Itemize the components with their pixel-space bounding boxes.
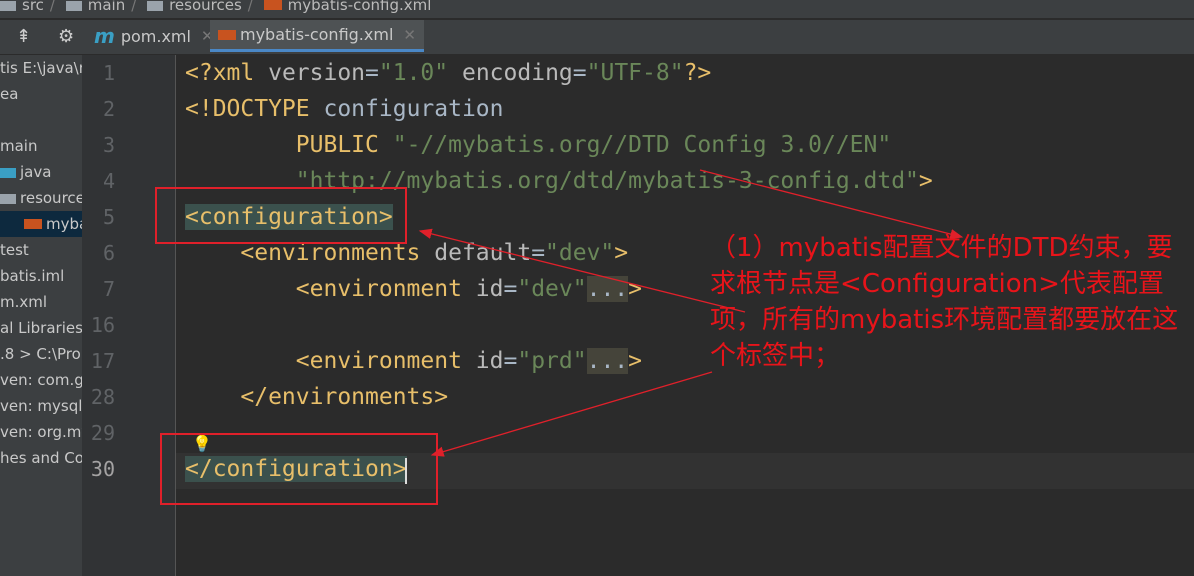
arrow-open-tag — [418, 228, 746, 313]
arrow-dtd — [699, 169, 964, 240]
annotation-text: （1）mybatis配置文件的DTD约束，要求根节点是<Configuratio… — [710, 233, 1179, 371]
arrow-close-tag — [430, 371, 713, 457]
